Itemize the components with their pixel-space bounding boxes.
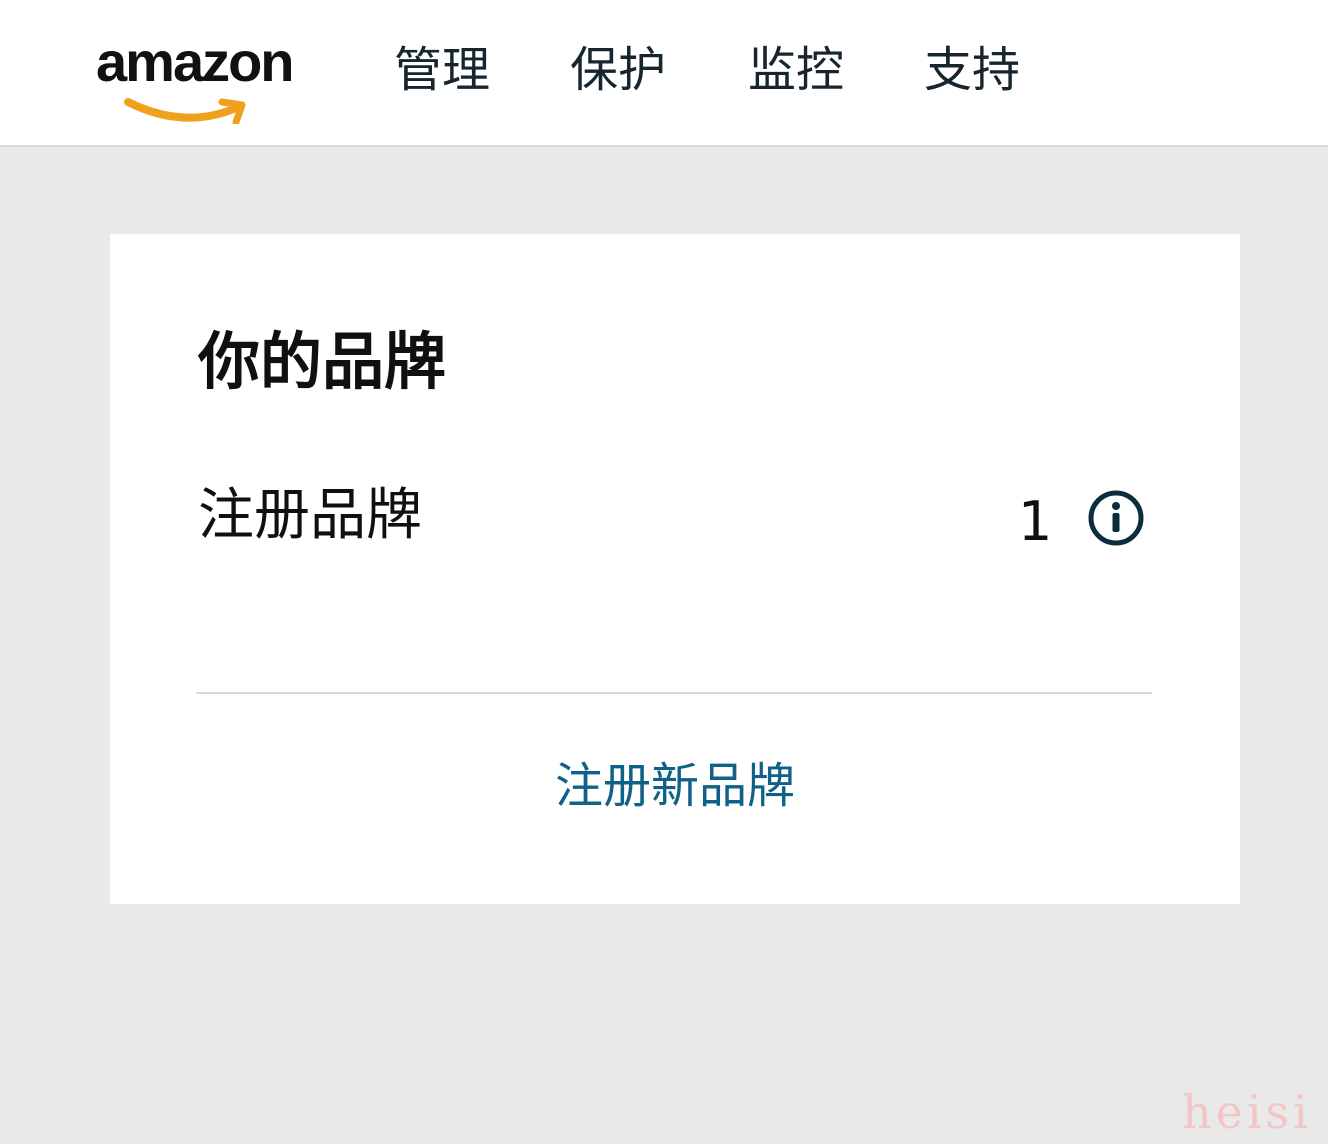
watermark: heisi (1182, 1085, 1312, 1139)
your-brands-card: 你的品牌 注册品牌 1 注册新品牌 (110, 234, 1240, 904)
registered-brands-label: 注册品牌 (198, 483, 422, 548)
logo-wordmark: amazon (96, 30, 294, 93)
logo-smile-icon (124, 98, 246, 124)
nav-item-monitor[interactable]: 监控 (748, 40, 844, 100)
amazon-logo[interactable]: amazon (96, 30, 320, 124)
nav-item-protect[interactable]: 保护 (570, 40, 666, 100)
info-circle-icon[interactable] (1086, 488, 1146, 548)
nav-item-support[interactable]: 支持 (924, 40, 1020, 100)
nav-item-manage[interactable]: 管理 (394, 40, 490, 100)
card-title: 你的品牌 (198, 325, 447, 398)
divider (196, 692, 1152, 694)
register-new-brand-link[interactable]: 注册新品牌 (110, 754, 1240, 818)
top-navigation-bar: amazon 管理 保护 监控 支持 (0, 0, 1328, 147)
registered-brands-count: 1 (1018, 490, 1053, 553)
